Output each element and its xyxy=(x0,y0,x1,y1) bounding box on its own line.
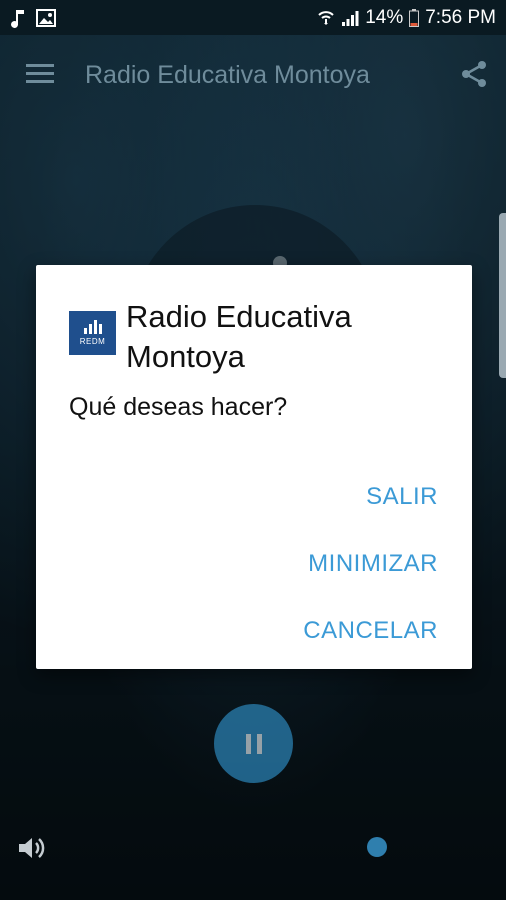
signal-icon xyxy=(341,9,359,27)
battery-percent: 14% xyxy=(365,6,404,28)
battery-icon xyxy=(409,8,420,27)
app-bar: Radio Educativa Montoya xyxy=(0,36,506,114)
music-note-icon xyxy=(10,8,26,28)
exit-button[interactable]: SALIR xyxy=(366,483,438,511)
logo-bars-icon xyxy=(83,320,102,334)
status-bar: 14% 7:56 PM xyxy=(0,0,506,35)
menu-icon[interactable] xyxy=(26,63,54,88)
app-title: Radio Educativa Montoya xyxy=(85,60,370,89)
share-icon[interactable] xyxy=(460,60,488,93)
exit-dialog: REDM Radio Educativa Montoya Qué deseas … xyxy=(36,265,472,669)
cancel-button[interactable]: CANCELAR xyxy=(303,617,438,645)
clock: 7:56 PM xyxy=(425,6,496,28)
logo-text: REDM xyxy=(79,337,106,346)
pause-icon-bar xyxy=(256,733,262,754)
scroll-indicator[interactable] xyxy=(499,213,506,378)
pause-button[interactable] xyxy=(214,704,293,783)
minimize-button[interactable]: MINIMIZAR xyxy=(308,550,438,578)
image-icon xyxy=(36,8,56,27)
radio-logo: REDM xyxy=(69,311,116,355)
dialog-message: Qué deseas hacer? xyxy=(69,393,288,421)
volume-icon[interactable] xyxy=(17,835,47,866)
dialog-title: Radio Educativa Montoya xyxy=(126,299,352,374)
volume-slider-thumb[interactable] xyxy=(367,837,387,857)
wifi-calling-icon xyxy=(317,9,335,27)
pause-icon xyxy=(245,733,251,754)
